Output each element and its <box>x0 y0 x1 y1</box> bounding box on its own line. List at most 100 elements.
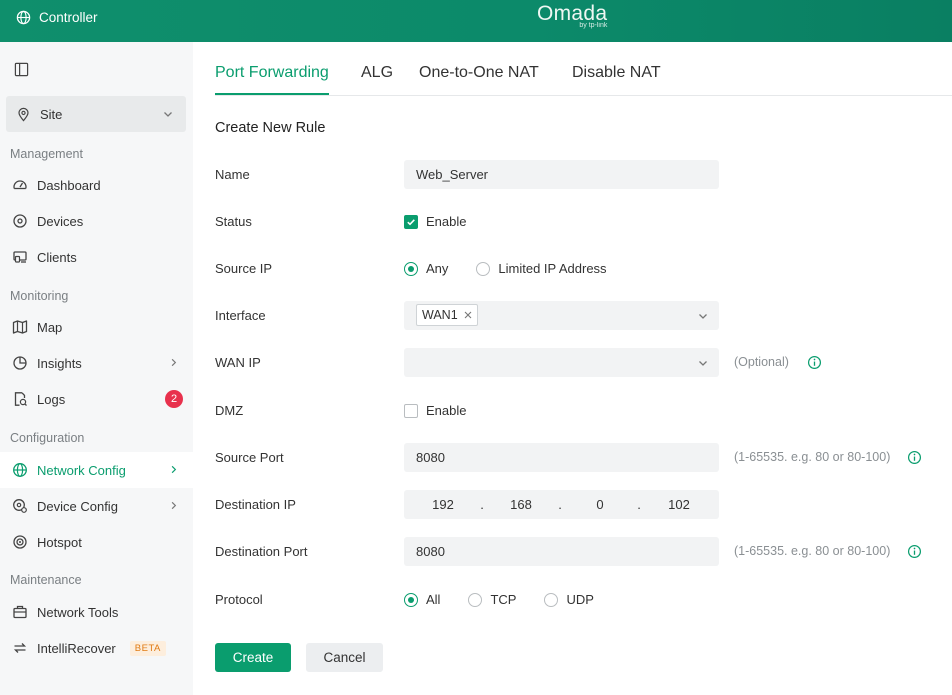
sidebar-item-devices[interactable]: Devices <box>0 203 193 239</box>
clients-icon <box>13 251 27 263</box>
tab-alg[interactable]: ALG <box>361 64 393 93</box>
interface-tag: WAN1 <box>416 304 478 326</box>
sidebar-item-clients[interactable]: Clients <box>0 239 193 275</box>
map-icon <box>12 320 28 334</box>
sidebar-item-dashboard[interactable]: Dashboard <box>0 167 193 203</box>
status-enable-checkbox[interactable]: Enable <box>404 214 466 229</box>
destination-ip-label: Destination IP <box>215 497 296 512</box>
create-button[interactable]: Create <box>215 643 291 672</box>
dmz-enable-checkbox[interactable]: Enable <box>404 403 466 418</box>
name-input[interactable]: Web_Server <box>404 160 719 189</box>
gauge-icon <box>13 180 27 190</box>
sidebar-item-logs[interactable]: Logs 2 <box>0 381 193 417</box>
sidebar-item-hotspot[interactable]: Hotspot <box>0 524 193 560</box>
globe-icon <box>13 463 27 477</box>
section-configuration: Configuration <box>10 431 85 445</box>
sidebar-item-label: Hotspot <box>37 534 82 550</box>
brand-by: by tp-link <box>579 22 608 29</box>
ip-dot: . <box>637 497 641 512</box>
ip-octet-4[interactable]: 102 <box>650 490 708 519</box>
sidebar-item-device-config[interactable]: Device Config <box>0 488 193 524</box>
sidebar-item-label: Map <box>37 319 63 335</box>
radio-selected-icon <box>404 592 418 607</box>
tab-one-to-one-nat[interactable]: One-to-One NAT <box>419 64 539 93</box>
device-icon <box>13 214 27 228</box>
checkbox-unchecked-icon <box>404 403 418 418</box>
info-icon[interactable] <box>907 450 922 465</box>
cancel-button[interactable]: Cancel <box>306 643 383 672</box>
chevron-down-icon <box>164 112 172 117</box>
globe-icon <box>16 10 31 25</box>
ip-octet-2[interactable]: 168 <box>492 490 550 519</box>
section-maintenance: Maintenance <box>10 573 82 587</box>
close-icon[interactable] <box>464 311 472 319</box>
main-content: Port Forwarding ALG One-to-One NAT Disab… <box>193 42 952 695</box>
tab-disable-nat[interactable]: Disable NAT <box>572 64 661 93</box>
name-label: Name <box>215 167 250 182</box>
checkbox-checked-icon <box>404 214 418 229</box>
protocol-all-radio[interactable]: All <box>404 592 440 607</box>
radio-unselected-icon <box>468 592 483 607</box>
site-selector[interactable]: Site <box>6 96 186 132</box>
sidebar-item-label: Network Config <box>37 462 126 478</box>
wan-ip-label: WAN IP <box>215 355 261 370</box>
chevron-right-icon <box>171 358 177 367</box>
wan-ip-select[interactable] <box>404 348 719 377</box>
protocol-tcp-radio[interactable]: TCP <box>468 592 516 607</box>
sidebar-item-network-config[interactable]: Network Config <box>0 452 193 488</box>
site-label: Site <box>40 106 63 122</box>
info-icon[interactable] <box>807 355 822 370</box>
section-management: Management <box>10 147 83 161</box>
sync-icon <box>13 643 27 653</box>
chevron-right-icon <box>171 465 177 474</box>
interface-tag-label: WAN1 <box>422 308 458 322</box>
sidebar-item-label: Network Tools <box>37 604 119 620</box>
radio-label: UDP <box>566 592 594 607</box>
radio-label: All <box>426 592 441 607</box>
form-title: Create New Rule <box>215 120 326 136</box>
sidebar-item-label: Logs <box>37 391 66 407</box>
radio-label: Any <box>426 261 449 276</box>
destination-port-hint: (1-65535. e.g. 80 or 80-100) <box>734 544 891 558</box>
interface-select[interactable]: WAN1 <box>404 301 719 330</box>
source-ip-label: Source IP <box>215 261 273 276</box>
status-label: Status <box>215 214 252 229</box>
sidebar: Site Management Dashboard Devices Client… <box>0 42 193 695</box>
sidebar-item-label: Insights <box>37 355 82 371</box>
location-pin-icon <box>18 107 29 122</box>
destination-ip-input[interactable]: 192 . 168 . 0 . 102 <box>404 490 719 519</box>
source-ip-limited-radio[interactable]: Limited IP Address <box>476 261 607 276</box>
tab-port-forwarding[interactable]: Port Forwarding <box>215 64 329 95</box>
ip-octet-3[interactable]: 0 <box>571 490 629 519</box>
logs-count-badge: 2 <box>165 390 183 408</box>
sidebar-item-label: Clients <box>37 249 77 265</box>
controller-switch[interactable]: Controller <box>16 10 98 25</box>
destination-port-input[interactable]: 8080 <box>404 537 719 566</box>
source-port-input[interactable]: 8080 <box>404 443 719 472</box>
logs-icon <box>14 392 27 406</box>
sidebar-item-intellirecover[interactable]: IntelliRecover BETA <box>0 630 193 666</box>
info-icon[interactable] <box>907 544 922 559</box>
dmz-enable-label: Enable <box>426 403 467 418</box>
ip-octet-1[interactable]: 192 <box>414 490 472 519</box>
source-ip-any-radio[interactable]: Any <box>404 261 448 276</box>
top-bar: Controller Omada by tp-link <box>0 0 952 42</box>
radio-label: Limited IP Address <box>498 261 607 276</box>
protocol-radio-group: All TCP UDP <box>404 592 622 607</box>
interface-label: Interface <box>215 308 266 323</box>
section-monitoring: Monitoring <box>10 289 69 303</box>
sidebar-item-label: Device Config <box>37 498 118 514</box>
protocol-udp-radio[interactable]: UDP <box>544 592 594 607</box>
sidebar-item-label: Devices <box>37 213 84 229</box>
sidebar-item-network-tools[interactable]: Network Tools <box>0 594 193 630</box>
protocol-label: Protocol <box>215 592 263 607</box>
sidebar-item-map[interactable]: Map <box>0 309 193 345</box>
destination-port-label: Destination Port <box>215 544 308 559</box>
sidebar-item-label: IntelliRecover <box>37 640 116 656</box>
device-settings-icon <box>13 499 27 513</box>
sidebar-toggle-icon[interactable] <box>14 62 29 77</box>
sidebar-item-label: Dashboard <box>37 177 101 193</box>
sidebar-item-insights[interactable]: Insights <box>0 345 193 381</box>
ip-dot: . <box>558 497 562 512</box>
status-enable-label: Enable <box>426 214 467 229</box>
